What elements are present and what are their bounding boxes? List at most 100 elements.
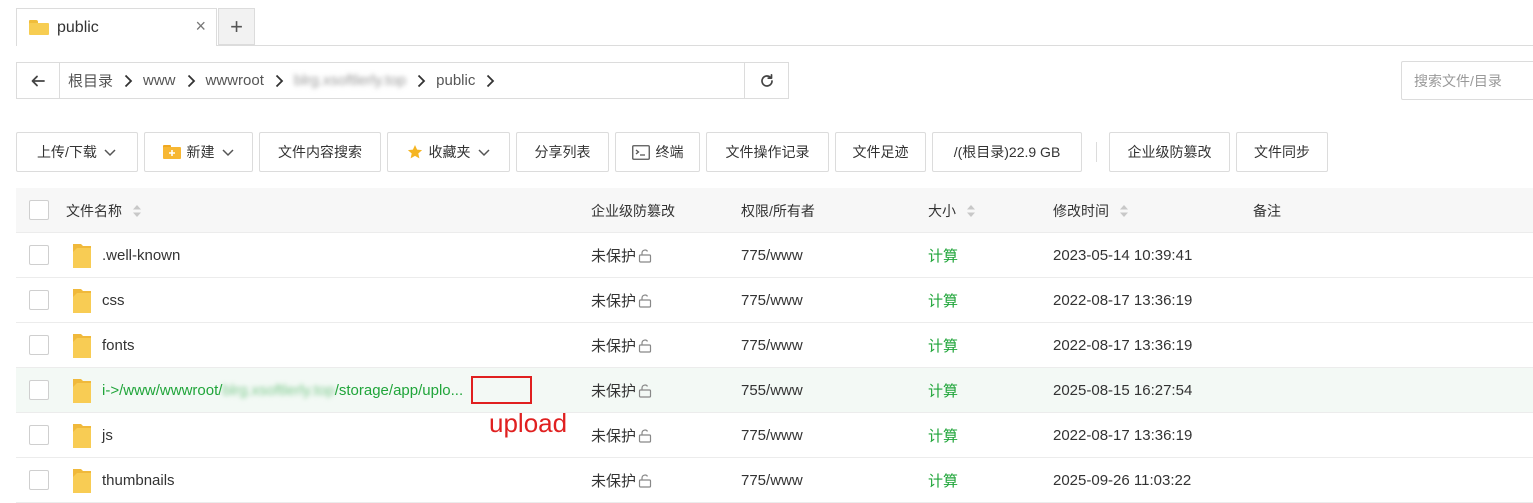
add-tab-button[interactable]: + bbox=[218, 8, 255, 45]
search-input[interactable] bbox=[1401, 61, 1533, 100]
file-name[interactable]: js bbox=[102, 427, 113, 444]
terminal-button[interactable]: 终端 bbox=[615, 132, 700, 172]
calculate-size-link[interactable]: 计算 bbox=[928, 425, 958, 446]
file-name[interactable]: css bbox=[102, 292, 125, 309]
permission-owner[interactable]: 775/www bbox=[741, 472, 803, 489]
favorites-button[interactable]: 收藏夹 bbox=[387, 132, 510, 172]
table-row[interactable]: js 未保护 775/www 计算 2022-08-17 13:36:19 bbox=[16, 413, 1533, 458]
calculate-size-link[interactable]: 计算 bbox=[928, 335, 958, 356]
table-row[interactable]: thumbnails 未保护 775/www 计算 2025-09-26 11:… bbox=[16, 458, 1533, 503]
tamper-proof-button[interactable]: 企业级防篡改 bbox=[1109, 132, 1230, 172]
chevron-right-icon bbox=[121, 74, 135, 88]
star-icon bbox=[407, 145, 422, 159]
symlink-path-tail: uplo... bbox=[422, 382, 464, 399]
permission-owner[interactable]: 775/www bbox=[741, 427, 803, 444]
tamper-status: 未保护 bbox=[591, 383, 637, 400]
unlock-icon[interactable] bbox=[638, 428, 652, 443]
table-row[interactable]: css 未保护 775/www 计算 2022-08-17 13:36:19 bbox=[16, 278, 1533, 323]
tamper-status: 未保护 bbox=[591, 428, 637, 445]
permission-owner[interactable]: 775/www bbox=[741, 292, 803, 309]
tab-public[interactable]: public × bbox=[16, 8, 217, 46]
sort-icon bbox=[133, 204, 141, 217]
tamper-status: 未保护 bbox=[591, 248, 637, 265]
modified-time: 2022-08-17 13:36:19 bbox=[1053, 337, 1193, 354]
toolbar-divider bbox=[1096, 142, 1097, 162]
upload-download-label: 上传/下载 bbox=[37, 144, 97, 160]
footprint-label: 文件足迹 bbox=[852, 144, 909, 160]
file-sync-button[interactable]: 文件同步 bbox=[1236, 132, 1328, 172]
breadcrumb-site[interactable]: blrg.xsoftlerly.top bbox=[286, 72, 414, 89]
folder-icon bbox=[73, 469, 91, 493]
tamper-proof-label: 企业级防篡改 bbox=[1127, 144, 1212, 160]
column-mtime-label: 修改时间 bbox=[1053, 202, 1109, 219]
chevron-right-icon bbox=[272, 74, 286, 88]
column-mtime-header[interactable]: 修改时间 bbox=[1053, 188, 1129, 233]
unlock-icon[interactable] bbox=[638, 248, 652, 263]
content-search-button[interactable]: 文件内容搜索 bbox=[259, 132, 381, 172]
calculate-size-link[interactable]: 计算 bbox=[928, 470, 958, 491]
folder-icon bbox=[73, 289, 91, 313]
tamper-status: 未保护 bbox=[591, 338, 637, 355]
table-header: 文件名称 企业级防篡改 权限/所有者 大小 修改时间 备注 bbox=[16, 188, 1533, 233]
breadcrumb-www[interactable]: www bbox=[135, 72, 184, 89]
footprint-button[interactable]: 文件足迹 bbox=[835, 132, 926, 172]
calculate-size-link[interactable]: 计算 bbox=[928, 290, 958, 311]
chevron-right-icon bbox=[184, 74, 198, 88]
disk-usage-button[interactable]: /(根目录)22.9 GB bbox=[932, 132, 1082, 172]
column-tamper-label: 企业级防篡改 bbox=[591, 202, 675, 219]
unlock-icon[interactable] bbox=[638, 338, 652, 353]
upload-download-button[interactable]: 上传/下载 bbox=[16, 132, 138, 172]
table-row[interactable]: fonts 未保护 775/www 计算 2022-08-17 13:36:19 bbox=[16, 323, 1533, 368]
row-checkbox[interactable] bbox=[29, 290, 49, 310]
folder-icon bbox=[73, 334, 91, 358]
table-row-symlink[interactable]: i->/www/wwwroot/blrg.xsoftlerly.top/stor… bbox=[16, 368, 1533, 413]
calculate-size-link[interactable]: 计算 bbox=[928, 380, 958, 401]
operation-log-button[interactable]: 文件操作记录 bbox=[706, 132, 829, 172]
permission-owner[interactable]: 775/www bbox=[741, 247, 803, 264]
calculate-size-link[interactable]: 计算 bbox=[928, 245, 958, 266]
folder-icon bbox=[73, 244, 91, 268]
file-name[interactable]: fonts bbox=[102, 337, 135, 354]
row-checkbox[interactable] bbox=[29, 470, 49, 490]
column-size-header[interactable]: 大小 bbox=[928, 188, 976, 233]
table-row[interactable]: .well-known 未保护 775/www 计算 2023-05-14 10… bbox=[16, 233, 1533, 278]
column-tamper-header: 企业级防篡改 bbox=[591, 188, 675, 233]
unlock-icon[interactable] bbox=[638, 383, 652, 398]
permission-owner[interactable]: 775/www bbox=[741, 337, 803, 354]
symlink-target-path[interactable]: i->/www/wwwroot/blrg.xsoftlerly.top/stor… bbox=[102, 382, 463, 399]
back-button[interactable] bbox=[17, 63, 60, 98]
favorites-label: 收藏夹 bbox=[428, 144, 471, 160]
refresh-button[interactable] bbox=[744, 63, 788, 98]
folder-icon bbox=[73, 379, 91, 403]
breadcrumb-wwwroot[interactable]: wwwroot bbox=[198, 72, 272, 89]
terminal-label: 终端 bbox=[655, 144, 684, 160]
arrow-left-icon bbox=[31, 75, 45, 86]
file-name[interactable]: thumbnails bbox=[102, 472, 175, 489]
row-checkbox[interactable] bbox=[29, 380, 49, 400]
content-search-label: 文件内容搜索 bbox=[278, 144, 362, 160]
row-checkbox[interactable] bbox=[29, 245, 49, 265]
column-note-label: 备注 bbox=[1253, 202, 1281, 219]
modified-time: 2022-08-17 13:36:19 bbox=[1053, 427, 1193, 444]
row-checkbox[interactable] bbox=[29, 335, 49, 355]
breadcrumb-public[interactable]: public bbox=[428, 72, 483, 89]
address-bar: 根目录 www wwwroot blrg.xsoftlerly.top publ… bbox=[16, 62, 789, 99]
symlink-path-prefix: i->/www/wwwroot/ bbox=[102, 382, 223, 399]
modified-time: 2022-08-17 13:36:19 bbox=[1053, 292, 1193, 309]
share-list-label: 分享列表 bbox=[534, 144, 591, 160]
column-name-header[interactable]: 文件名称 bbox=[66, 188, 142, 233]
select-all-checkbox[interactable] bbox=[29, 200, 49, 220]
close-icon[interactable]: × bbox=[195, 17, 206, 35]
file-name[interactable]: .well-known bbox=[102, 247, 180, 264]
unlock-icon[interactable] bbox=[638, 473, 652, 488]
row-checkbox[interactable] bbox=[29, 425, 49, 445]
share-list-button[interactable]: 分享列表 bbox=[516, 132, 609, 172]
tamper-status: 未保护 bbox=[591, 293, 637, 310]
unlock-icon[interactable] bbox=[638, 293, 652, 308]
new-button[interactable]: 新建 bbox=[144, 132, 253, 172]
operation-log-label: 文件操作记录 bbox=[725, 144, 810, 160]
breadcrumb-root[interactable]: 根目录 bbox=[60, 70, 121, 91]
permission-owner[interactable]: 755/www bbox=[741, 382, 803, 399]
column-name-label: 文件名称 bbox=[66, 202, 122, 219]
disk-usage-label: /(根目录)22.9 GB bbox=[953, 144, 1061, 160]
